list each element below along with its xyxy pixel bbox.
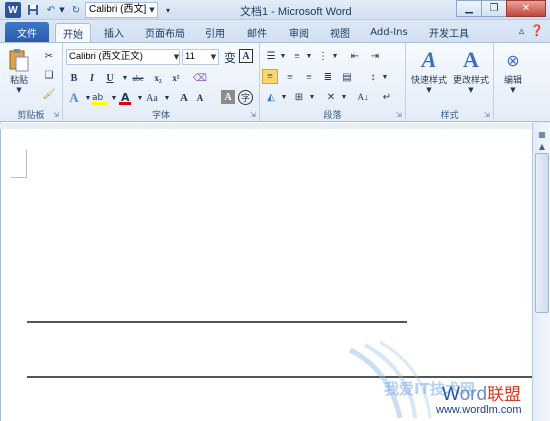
editing-button[interactable]: ⊗ 编辑 ▼ xyxy=(498,47,528,95)
drawn-line-2[interactable] xyxy=(27,376,532,378)
character-border-button[interactable]: A xyxy=(239,49,253,63)
format-painter-icon[interactable]: 🖌 xyxy=(40,86,58,102)
tab-add-ins[interactable]: Add-Ins xyxy=(366,23,412,42)
minimize-button[interactable]: ▁ xyxy=(456,0,482,17)
tab-review[interactable]: 审阅 xyxy=(284,23,314,42)
clipboard-group: 粘贴 ▼ ✂ ❏ 🖌 剪贴板 ⇲ xyxy=(0,43,63,122)
quick-font-dropdown-icon[interactable]: ▼ xyxy=(146,2,158,18)
tab-home[interactable]: 开始 xyxy=(55,23,91,42)
scroll-thumb[interactable] xyxy=(535,153,549,313)
font-name-dropdown[interactable]: Calibri (西文正文) xyxy=(66,49,180,65)
tab-developer[interactable]: 开发工具 xyxy=(424,23,474,42)
change-styles-dropdown-icon: ▼ xyxy=(468,86,474,94)
tab-insert[interactable]: 插入 xyxy=(99,23,129,42)
scroll-up-icon[interactable]: ▲ xyxy=(534,139,550,153)
font-launcher-icon[interactable]: ⇲ xyxy=(250,111,256,119)
quick-styles-button[interactable]: A 快速样式 ▼ xyxy=(408,47,450,94)
word-app-icon[interactable]: W xyxy=(5,2,21,18)
change-styles-button[interactable]: A 更改样式 ▼ xyxy=(450,47,492,94)
editing-dropdown-icon: ▼ xyxy=(510,86,516,94)
italic-button[interactable]: I xyxy=(83,70,101,86)
chinese-layout-dropdown-icon[interactable]: ▼ xyxy=(335,89,353,105)
window-controls: ▁ ❐ ✕ xyxy=(456,0,546,17)
quick-styles-label: 快速样式 xyxy=(410,76,447,86)
minimize-ribbon-icon[interactable]: ▵ xyxy=(519,24,525,37)
tab-file[interactable]: 文件 xyxy=(5,22,49,42)
clear-formatting-icon[interactable]: ⌫ xyxy=(191,70,209,86)
binoculars-icon: ⊗ xyxy=(506,50,520,70)
paragraph-launcher-icon[interactable]: ⇲ xyxy=(396,111,402,119)
decrease-indent-icon[interactable]: ⇤ xyxy=(346,48,364,64)
align-right-icon[interactable]: ≡ xyxy=(300,69,318,85)
borders-dropdown-icon[interactable]: ▼ xyxy=(303,89,321,105)
save-icon[interactable] xyxy=(26,2,40,18)
show-marks-icon[interactable]: ↵ xyxy=(378,89,396,105)
align-center-icon[interactable]: ≡ xyxy=(281,69,299,85)
close-button[interactable]: ✕ xyxy=(506,0,546,17)
vertical-scrollbar[interactable]: ▦ ▲ xyxy=(532,123,550,421)
enclose-characters-button[interactable]: 字 xyxy=(238,90,253,105)
font-group: Calibri (西文正文) ▼ 11 ▼ 变 A B I U ▼ abc x₂… xyxy=(63,43,260,122)
font-size-dropdown-icon[interactable]: ▼ xyxy=(209,49,218,65)
undo-dropdown-icon[interactable]: ▼ xyxy=(58,2,66,18)
distributed-icon[interactable]: ▤ xyxy=(338,69,356,85)
tab-view[interactable]: 视图 xyxy=(325,23,355,42)
tab-references[interactable]: 引用 xyxy=(200,23,230,42)
paste-button[interactable]: 粘贴 ▼ xyxy=(6,47,32,94)
styles-launcher-icon[interactable]: ⇲ xyxy=(484,111,490,119)
change-styles-label: 更改样式 xyxy=(452,76,489,86)
redo-icon[interactable]: ↻ xyxy=(70,2,82,18)
bold-button[interactable]: B xyxy=(65,70,83,86)
multilevel-list-dropdown-icon[interactable]: ▼ xyxy=(326,48,344,64)
justify-icon[interactable]: ≣ xyxy=(319,69,337,85)
customize-toolbar-icon[interactable]: ▾ xyxy=(162,2,174,18)
font-name-dropdown-icon[interactable]: ▼ xyxy=(172,49,181,65)
character-shading-button[interactable]: A xyxy=(221,90,235,104)
sort-icon[interactable]: A↓ xyxy=(354,89,372,105)
editing-group: ⊗ 编辑 ▼ xyxy=(494,43,532,122)
page-corner-mark xyxy=(11,150,27,178)
ribbon-tab-row: 文件 开始 插入 页面布局 引用 邮件 审阅 视图 Add-Ins 开发工具 ▵… xyxy=(0,21,550,42)
strikethrough-button[interactable]: abc xyxy=(129,70,147,86)
svg-text:ab: ab xyxy=(92,93,104,103)
ruler-strip xyxy=(0,123,532,129)
change-case-dropdown-icon[interactable]: ▼ xyxy=(158,90,176,106)
editing-label: 编辑 xyxy=(503,76,522,86)
drawn-line-1[interactable] xyxy=(27,321,407,323)
tab-page-layout[interactable]: 页面布局 xyxy=(140,23,190,42)
subscript-button[interactable]: x₂ xyxy=(149,70,167,86)
superscript-button[interactable]: x² xyxy=(167,70,185,86)
tab-row-icons: ▵ ❓ xyxy=(519,24,544,37)
shrink-font-button[interactable]: A xyxy=(191,90,209,106)
paragraph-group-label: 段落 xyxy=(323,111,342,121)
cut-icon[interactable]: ✂ xyxy=(40,48,58,64)
paste-icon xyxy=(6,47,32,73)
font-group-label: 字体 xyxy=(151,111,170,121)
window-title: 文档1 - Microsoft Word xyxy=(240,6,352,18)
paragraph-group: ☰ ▼ ≡ ▼ ⋮ ▼ ⇤ ⇥ ≡ ≡ ≡ ≣ ▤ ↕ ▼ ◭ ▼ ⊞ ▼ ✕ … xyxy=(260,43,406,122)
increase-indent-icon[interactable]: ⇥ xyxy=(366,48,384,64)
align-left-icon[interactable]: ≡ xyxy=(262,69,278,84)
wen-button[interactable]: 变 xyxy=(221,49,239,65)
restore-button[interactable]: ❐ xyxy=(481,0,507,17)
paste-dropdown-icon: ▼ xyxy=(16,86,22,94)
styles-group: A 快速样式 ▼ A 更改样式 ▼ 样式 ⇲ xyxy=(406,43,494,122)
quick-styles-dropdown-icon: ▼ xyxy=(426,86,432,94)
paste-label: 粘贴 xyxy=(9,76,28,86)
title-bar: W ↶ ▼ ↻ Calibri (西文] ▼ ▾ 文档1 - Microsoft… xyxy=(0,0,550,20)
undo-icon[interactable]: ↶ xyxy=(44,2,58,18)
line-spacing-dropdown-icon[interactable]: ▼ xyxy=(376,69,394,85)
clipboard-launcher-icon[interactable]: ⇲ xyxy=(53,111,59,119)
ribbon: 粘贴 ▼ ✂ ❏ 🖌 剪贴板 ⇲ Calibri (西文正文) ▼ 11 ▼ 变… xyxy=(0,42,550,122)
copy-icon[interactable]: ❏ xyxy=(40,67,58,83)
change-styles-icon: A xyxy=(463,47,479,72)
styles-group-label: 样式 xyxy=(440,111,459,121)
quick-styles-icon: A xyxy=(421,47,437,72)
tab-mailings[interactable]: 邮件 xyxy=(242,23,272,42)
help-icon[interactable]: ❓ xyxy=(530,24,544,37)
